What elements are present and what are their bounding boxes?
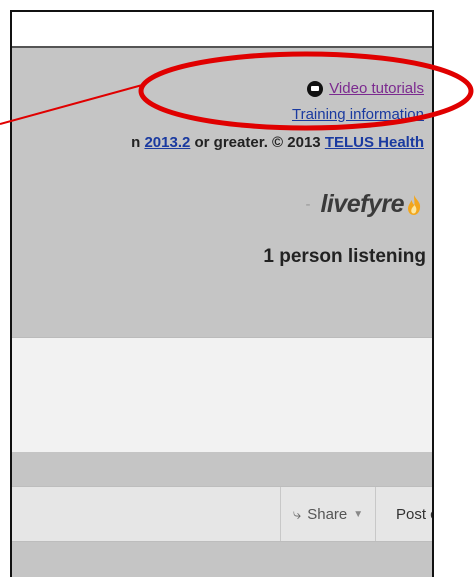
share-label: Share — [307, 505, 348, 523]
share-button[interactable]: ⤷ Share ▼ — [280, 487, 376, 541]
livefyre-logo-text: livefyre — [320, 190, 404, 218]
copyright-text: n 2013.2 or greater. © 2013 TELUS Health — [131, 134, 424, 151]
video-tutorials-label: Video tutorials — [329, 80, 424, 97]
share-icon: ⤷ — [292, 505, 302, 523]
version-link[interactable]: 2013.2 — [144, 134, 190, 151]
post-comment-button[interactable]: Post comment as... — [376, 487, 432, 541]
comment-input-area[interactable] — [12, 337, 432, 452]
copyright-middle: or greater. © 2013 — [190, 134, 325, 151]
caret-down-icon: ▼ — [353, 508, 364, 520]
copyright-prefix: n — [131, 134, 145, 151]
livefyre-logo[interactable]: - livefyre — [305, 190, 422, 219]
livefyre-flame-icon — [408, 194, 421, 215]
top-bar — [12, 12, 432, 48]
comment-toolbar: ⤷ Share ▼ Post comment as... — [12, 486, 432, 542]
help-links-area: Video tutorials Training information n 2… — [12, 48, 432, 306]
logo-separator: - — [305, 196, 311, 213]
telus-health-link[interactable]: TELUS Health — [325, 134, 424, 151]
listening-count: 1 person listening — [263, 246, 426, 267]
training-information-link[interactable]: Training information — [292, 106, 424, 123]
video-tutorial-icon — [307, 80, 324, 97]
video-tutorials-link[interactable]: Video tutorials — [307, 80, 424, 97]
browser-frame: Video tutorials Training information n 2… — [10, 10, 434, 577]
